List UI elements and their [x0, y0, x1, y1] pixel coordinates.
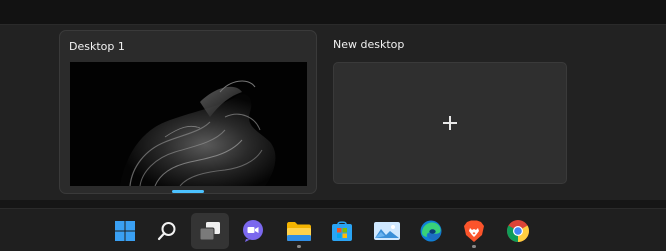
brave-button[interactable]	[455, 213, 493, 249]
store-icon	[332, 221, 352, 241]
task-view-icon	[199, 222, 220, 241]
desktop-background-top	[0, 0, 666, 24]
strip-divider	[0, 200, 666, 208]
desktop-card-title: Desktop 1	[69, 40, 125, 53]
edge-icon	[420, 220, 442, 242]
brave-icon	[464, 220, 484, 242]
running-indicator	[472, 245, 476, 248]
new-desktop-card[interactable]: New desktop	[323, 30, 581, 194]
photos-button[interactable]	[368, 213, 406, 249]
search-button[interactable]	[148, 213, 186, 249]
plus-icon	[443, 116, 457, 130]
microsoft-store-button[interactable]	[323, 213, 361, 249]
file-explorer-button[interactable]	[280, 213, 318, 249]
task-view-screen: Desktop 1 New desktop	[0, 0, 666, 251]
task-view-button[interactable]	[191, 213, 229, 249]
active-desktop-indicator	[172, 190, 204, 193]
desktop-card-desktop-1[interactable]: Desktop 1	[59, 30, 317, 194]
start-button[interactable]	[106, 213, 144, 249]
desktop-thumbnail[interactable]	[70, 62, 307, 186]
new-desktop-button[interactable]	[333, 62, 567, 184]
folder-icon	[287, 222, 311, 241]
wallpaper-bloom-image	[70, 62, 307, 186]
running-indicator	[297, 245, 301, 248]
new-desktop-title: New desktop	[333, 38, 405, 51]
edge-button[interactable]	[412, 213, 450, 249]
chat-button[interactable]	[234, 213, 272, 249]
chat-icon	[243, 220, 263, 242]
search-icon	[157, 222, 176, 241]
chrome-icon	[507, 220, 529, 242]
windows-logo-icon	[115, 221, 135, 241]
taskbar	[0, 208, 666, 251]
chrome-button[interactable]	[499, 213, 537, 249]
photos-icon	[374, 222, 400, 240]
